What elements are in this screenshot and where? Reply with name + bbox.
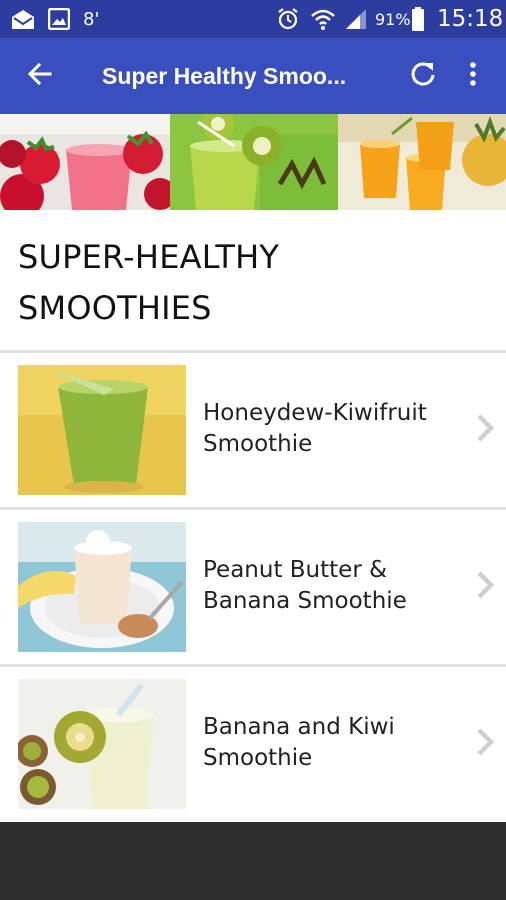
honeydew-kiwifruit-smoothie-image	[18, 365, 186, 495]
battery-percent: 91%	[375, 9, 411, 29]
status-number: 8'	[83, 8, 100, 30]
toolbar-title: Super Healthy Smoo...	[102, 62, 347, 89]
alarm-icon	[276, 0, 300, 38]
app-toolbar: Super Healthy Smoo...	[0, 38, 506, 114]
recipe-title: Honeydew-Kiwifruit Smoothie	[203, 400, 427, 457]
status-time: 15:18	[437, 6, 504, 32]
recipe-list-item[interactable]: Banana and Kiwi Smoothie	[0, 667, 506, 821]
navigation-bar	[0, 822, 506, 900]
wifi-icon	[310, 0, 336, 38]
recipe-title: Banana and Kiwi Smoothie	[203, 714, 395, 771]
status-bar: 8' 91% 15:18	[0, 0, 506, 38]
back-button[interactable]	[17, 38, 63, 114]
page-heading-line-2: SMOOTHIES	[18, 289, 212, 327]
peanut-butter-banana-smoothie-image	[18, 522, 186, 652]
image-icon	[48, 0, 70, 38]
kiwi-smoothie-image	[170, 114, 338, 210]
page-heading-line-1: SUPER-HEALTHY	[18, 238, 280, 276]
recipe-list-item[interactable]: Peanut Butter & Banana Smoothie	[0, 510, 506, 664]
banana-kiwi-smoothie-image	[18, 679, 186, 809]
chevron-right-icon	[474, 727, 496, 757]
page-heading: SUPER-HEALTHY SMOOTHIES	[18, 232, 488, 334]
hero-banner	[0, 114, 506, 210]
chevron-right-icon	[474, 570, 496, 600]
recipe-title: Peanut Butter & Banana Smoothie	[203, 557, 407, 614]
arrow-back-icon	[27, 61, 53, 92]
battery-icon	[411, 0, 425, 38]
refresh-icon	[409, 60, 437, 93]
refresh-button[interactable]	[400, 38, 446, 114]
mail-icon	[10, 0, 36, 38]
recipe-list-item[interactable]: Honeydew-Kiwifruit Smoothie	[0, 353, 506, 507]
chevron-right-icon	[474, 413, 496, 443]
cell-signal-icon	[344, 0, 368, 38]
strawberry-smoothie-image	[0, 114, 170, 210]
pineapple-juice-image	[338, 114, 506, 210]
more-vert-icon	[469, 61, 477, 92]
more-options-button[interactable]	[450, 38, 496, 114]
